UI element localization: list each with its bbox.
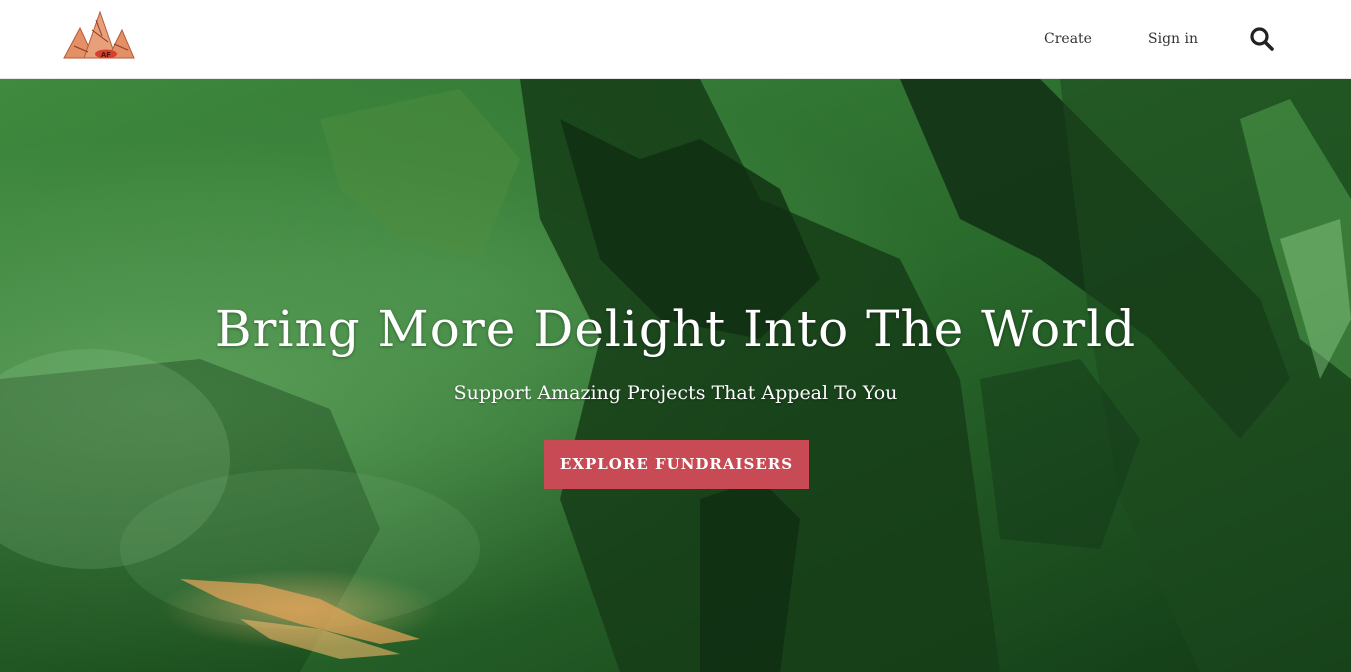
hero-section: Bring More Delight Into The World Suppor… [0,79,1351,672]
hero-subtitle: Support Amazing Projects That Appeal To … [453,382,898,404]
nav-signin-link[interactable]: Sign in [1148,30,1198,48]
hero-title: Bring More Delight Into The World [214,300,1137,358]
mountain-logo-icon: AF [63,10,135,59]
search-button[interactable] [1249,26,1275,52]
top-navbar: AF Create Sign in [0,0,1351,79]
nav-create-link[interactable]: Create [1044,30,1092,48]
site-logo[interactable]: AF [62,8,136,60]
hero-background-image [0,79,1351,672]
explore-fundraisers-button[interactable]: EXPLORE FUNDRAISERS [544,440,809,489]
search-icon [1250,27,1274,51]
logo-text: AF [101,51,111,59]
